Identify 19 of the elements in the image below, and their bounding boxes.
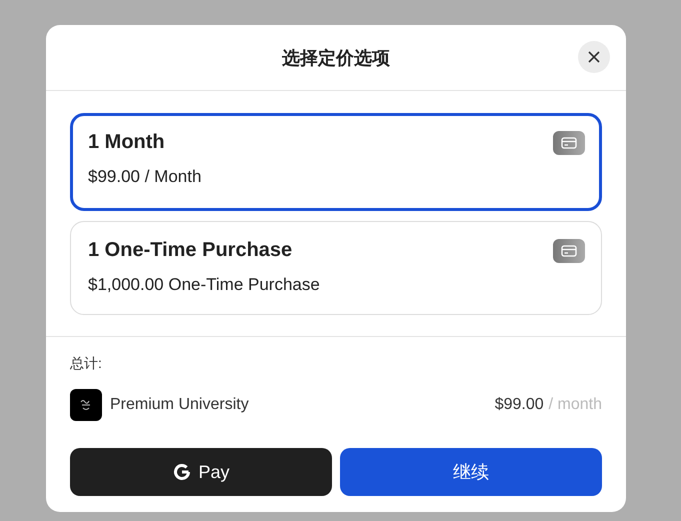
dialog-title: 选择定价选项 (282, 46, 390, 70)
total-amount: $99.00 (494, 396, 544, 414)
google-pay-button[interactable]: Pay (70, 448, 332, 496)
g-logo-icon (172, 462, 192, 482)
total-label: 总计: (70, 355, 103, 373)
billing-period: / month (548, 396, 602, 414)
option-name: 1 Month (88, 131, 166, 154)
card-icon (553, 239, 585, 263)
continue-button[interactable]: 继续 (340, 448, 602, 496)
close-icon (588, 51, 600, 63)
close-button[interactable] (578, 41, 610, 73)
pricing-option[interactable]: 1 One-Time Purchase $1,000.00 One-Time Purchase (70, 221, 602, 315)
product-logo-icon (70, 389, 102, 421)
product-name: Premium University (110, 396, 250, 414)
card-icon (553, 131, 585, 155)
option-price: $1,000.00 One-Time Purchase (88, 275, 320, 295)
option-name: 1 One-Time Purchase (88, 239, 294, 262)
pricing-option[interactable]: 1 Month $99.00 / Month (70, 113, 602, 211)
option-price: $99.00 / Month (88, 167, 202, 187)
